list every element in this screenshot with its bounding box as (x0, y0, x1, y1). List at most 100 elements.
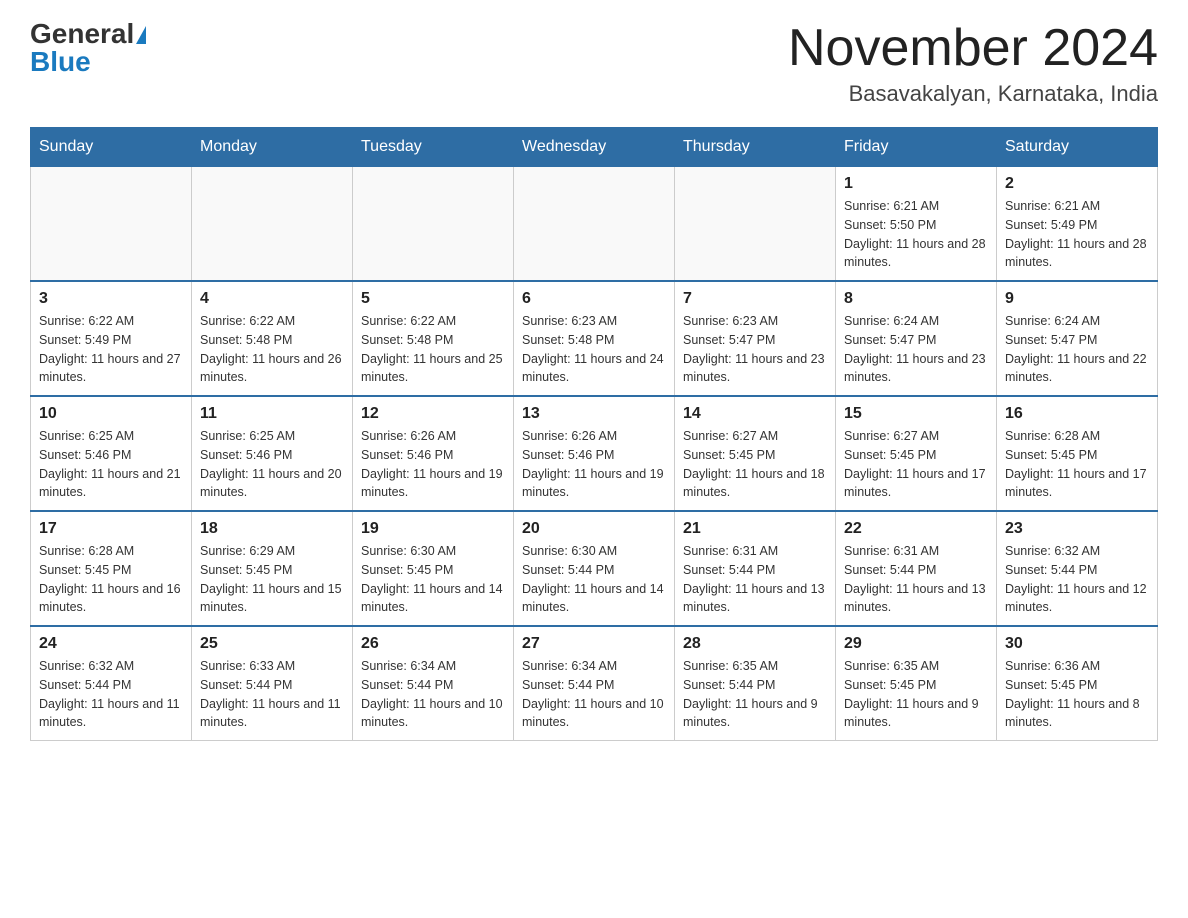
calendar-day-cell: 6 Sunrise: 6:23 AMSunset: 5:48 PMDaylight… (514, 281, 675, 396)
day-number: 22 (844, 520, 988, 538)
calendar-day-cell: 18Sunrise: 6:29 AMSunset: 5:45 PMDayligh… (192, 511, 353, 626)
day-number: 6 (522, 290, 666, 308)
day-info: Sunrise: 6:26 AMSunset: 5:46 PMDaylight:… (522, 427, 666, 502)
day-info: Sunrise: 6:27 AMSunset: 5:45 PMDaylight:… (683, 427, 827, 502)
day-number: 11 (200, 405, 344, 423)
calendar-day-cell: 5 Sunrise: 6:22 AMSunset: 5:48 PMDaylight… (353, 281, 514, 396)
calendar-day-cell (31, 167, 192, 282)
day-number: 3 (39, 290, 183, 308)
calendar-day-cell: 20 Sunrise: 6:30 AMSunset: 5:44 PMDayligh… (514, 511, 675, 626)
calendar-day-cell (675, 167, 836, 282)
day-number: 8 (844, 290, 988, 308)
calendar-table: SundayMondayTuesdayWednesdayThursdayFrid… (30, 127, 1158, 741)
day-info: Sunrise: 6:22 AMSunset: 5:48 PMDaylight:… (361, 312, 505, 387)
calendar-day-cell: 26Sunrise: 6:34 AMSunset: 5:44 PMDayligh… (353, 626, 514, 741)
day-info: Sunrise: 6:23 AMSunset: 5:48 PMDaylight:… (522, 312, 666, 387)
calendar-day-cell: 29 Sunrise: 6:35 AMSunset: 5:45 PMDayligh… (836, 626, 997, 741)
day-number: 2 (1005, 175, 1149, 193)
day-info: Sunrise: 6:21 AMSunset: 5:50 PMDaylight:… (844, 197, 988, 272)
day-number: 13 (522, 405, 666, 423)
day-number: 4 (200, 290, 344, 308)
logo-triangle-icon (136, 26, 146, 44)
day-info: Sunrise: 6:32 AMSunset: 5:44 PMDaylight:… (39, 657, 183, 732)
calendar-day-cell: 16Sunrise: 6:28 AMSunset: 5:45 PMDayligh… (997, 396, 1158, 511)
day-number: 14 (683, 405, 827, 423)
day-info: Sunrise: 6:22 AMSunset: 5:49 PMDaylight:… (39, 312, 183, 387)
calendar-day-cell (192, 167, 353, 282)
calendar-day-header: Saturday (997, 128, 1158, 167)
day-info: Sunrise: 6:30 AMSunset: 5:44 PMDaylight:… (522, 542, 666, 617)
calendar-day-cell: 1Sunrise: 6:21 AMSunset: 5:50 PMDaylight… (836, 167, 997, 282)
calendar-day-header: Sunday (31, 128, 192, 167)
day-info: Sunrise: 6:31 AMSunset: 5:44 PMDaylight:… (844, 542, 988, 617)
day-number: 23 (1005, 520, 1149, 538)
calendar-day-cell: 14 Sunrise: 6:27 AMSunset: 5:45 PMDayligh… (675, 396, 836, 511)
day-info: Sunrise: 6:34 AMSunset: 5:44 PMDaylight:… (522, 657, 666, 732)
day-number: 12 (361, 405, 505, 423)
calendar-day-cell: 7Sunrise: 6:23 AMSunset: 5:47 PMDaylight… (675, 281, 836, 396)
calendar-day-cell (514, 167, 675, 282)
day-number: 16 (1005, 405, 1149, 423)
calendar-day-cell: 27 Sunrise: 6:34 AMSunset: 5:44 PMDayligh… (514, 626, 675, 741)
calendar-week-row: 10 Sunrise: 6:25 AMSunset: 5:46 PMDayligh… (31, 396, 1158, 511)
day-info: Sunrise: 6:25 AMSunset: 5:46 PMDaylight:… (200, 427, 344, 502)
day-number: 9 (1005, 290, 1149, 308)
logo-top: General (30, 20, 146, 48)
day-number: 30 (1005, 635, 1149, 653)
calendar-day-cell: 24 Sunrise: 6:32 AMSunset: 5:44 PMDayligh… (31, 626, 192, 741)
day-info: Sunrise: 6:28 AMSunset: 5:45 PMDaylight:… (39, 542, 183, 617)
day-info: Sunrise: 6:27 AMSunset: 5:45 PMDaylight:… (844, 427, 988, 502)
month-title: November 2024 (788, 20, 1158, 77)
calendar-day-header: Thursday (675, 128, 836, 167)
day-number: 27 (522, 635, 666, 653)
calendar-day-cell: 8 Sunrise: 6:24 AMSunset: 5:47 PMDaylight… (836, 281, 997, 396)
day-info: Sunrise: 6:22 AMSunset: 5:48 PMDaylight:… (200, 312, 344, 387)
calendar-day-header: Wednesday (514, 128, 675, 167)
day-number: 10 (39, 405, 183, 423)
calendar-day-header: Friday (836, 128, 997, 167)
title-block: November 2024 Basavakalyan, Karnataka, I… (788, 20, 1158, 107)
day-number: 21 (683, 520, 827, 538)
calendar-day-cell: 15 Sunrise: 6:27 AMSunset: 5:45 PMDayligh… (836, 396, 997, 511)
day-info: Sunrise: 6:24 AMSunset: 5:47 PMDaylight:… (844, 312, 988, 387)
calendar-day-cell: 9 Sunrise: 6:24 AMSunset: 5:47 PMDaylight… (997, 281, 1158, 396)
day-number: 29 (844, 635, 988, 653)
day-info: Sunrise: 6:30 AMSunset: 5:45 PMDaylight:… (361, 542, 505, 617)
day-number: 15 (844, 405, 988, 423)
calendar-day-cell: 23 Sunrise: 6:32 AMSunset: 5:44 PMDayligh… (997, 511, 1158, 626)
calendar-day-cell: 30 Sunrise: 6:36 AMSunset: 5:45 PMDayligh… (997, 626, 1158, 741)
day-number: 26 (361, 635, 505, 653)
day-number: 25 (200, 635, 344, 653)
day-number: 7 (683, 290, 827, 308)
day-number: 20 (522, 520, 666, 538)
calendar-week-row: 24 Sunrise: 6:32 AMSunset: 5:44 PMDayligh… (31, 626, 1158, 741)
day-info: Sunrise: 6:33 AMSunset: 5:44 PMDaylight:… (200, 657, 344, 732)
calendar-header-row: SundayMondayTuesdayWednesdayThursdayFrid… (31, 128, 1158, 167)
calendar-day-cell: 17 Sunrise: 6:28 AMSunset: 5:45 PMDayligh… (31, 511, 192, 626)
calendar-day-cell: 3 Sunrise: 6:22 AMSunset: 5:49 PMDaylight… (31, 281, 192, 396)
day-number: 18 (200, 520, 344, 538)
day-info: Sunrise: 6:35 AMSunset: 5:45 PMDaylight:… (844, 657, 988, 732)
day-info: Sunrise: 6:26 AMSunset: 5:46 PMDaylight:… (361, 427, 505, 502)
day-number: 17 (39, 520, 183, 538)
calendar-day-cell: 22 Sunrise: 6:31 AMSunset: 5:44 PMDayligh… (836, 511, 997, 626)
day-number: 28 (683, 635, 827, 653)
day-info: Sunrise: 6:21 AMSunset: 5:49 PMDaylight:… (1005, 197, 1149, 272)
calendar-week-row: 17 Sunrise: 6:28 AMSunset: 5:45 PMDayligh… (31, 511, 1158, 626)
calendar-day-cell: 21Sunrise: 6:31 AMSunset: 5:44 PMDayligh… (675, 511, 836, 626)
day-number: 5 (361, 290, 505, 308)
day-info: Sunrise: 6:32 AMSunset: 5:44 PMDaylight:… (1005, 542, 1149, 617)
calendar-day-header: Monday (192, 128, 353, 167)
calendar-week-row: 1Sunrise: 6:21 AMSunset: 5:50 PMDaylight… (31, 167, 1158, 282)
logo-general-text: General (30, 18, 134, 49)
calendar-day-cell: 28Sunrise: 6:35 AMSunset: 5:44 PMDayligh… (675, 626, 836, 741)
calendar-day-cell: 4 Sunrise: 6:22 AMSunset: 5:48 PMDaylight… (192, 281, 353, 396)
calendar-day-cell: 10Sunrise: 6:25 AMSunset: 5:46 PMDayligh… (31, 396, 192, 511)
location-title: Basavakalyan, Karnataka, India (788, 81, 1158, 107)
calendar-day-cell: 11 Sunrise: 6:25 AMSunset: 5:46 PMDayligh… (192, 396, 353, 511)
calendar-day-header: Tuesday (353, 128, 514, 167)
day-number: 24 (39, 635, 183, 653)
day-info: Sunrise: 6:36 AMSunset: 5:45 PMDaylight:… (1005, 657, 1149, 732)
day-info: Sunrise: 6:24 AMSunset: 5:47 PMDaylight:… (1005, 312, 1149, 387)
logo-blue-text: Blue (30, 46, 91, 77)
